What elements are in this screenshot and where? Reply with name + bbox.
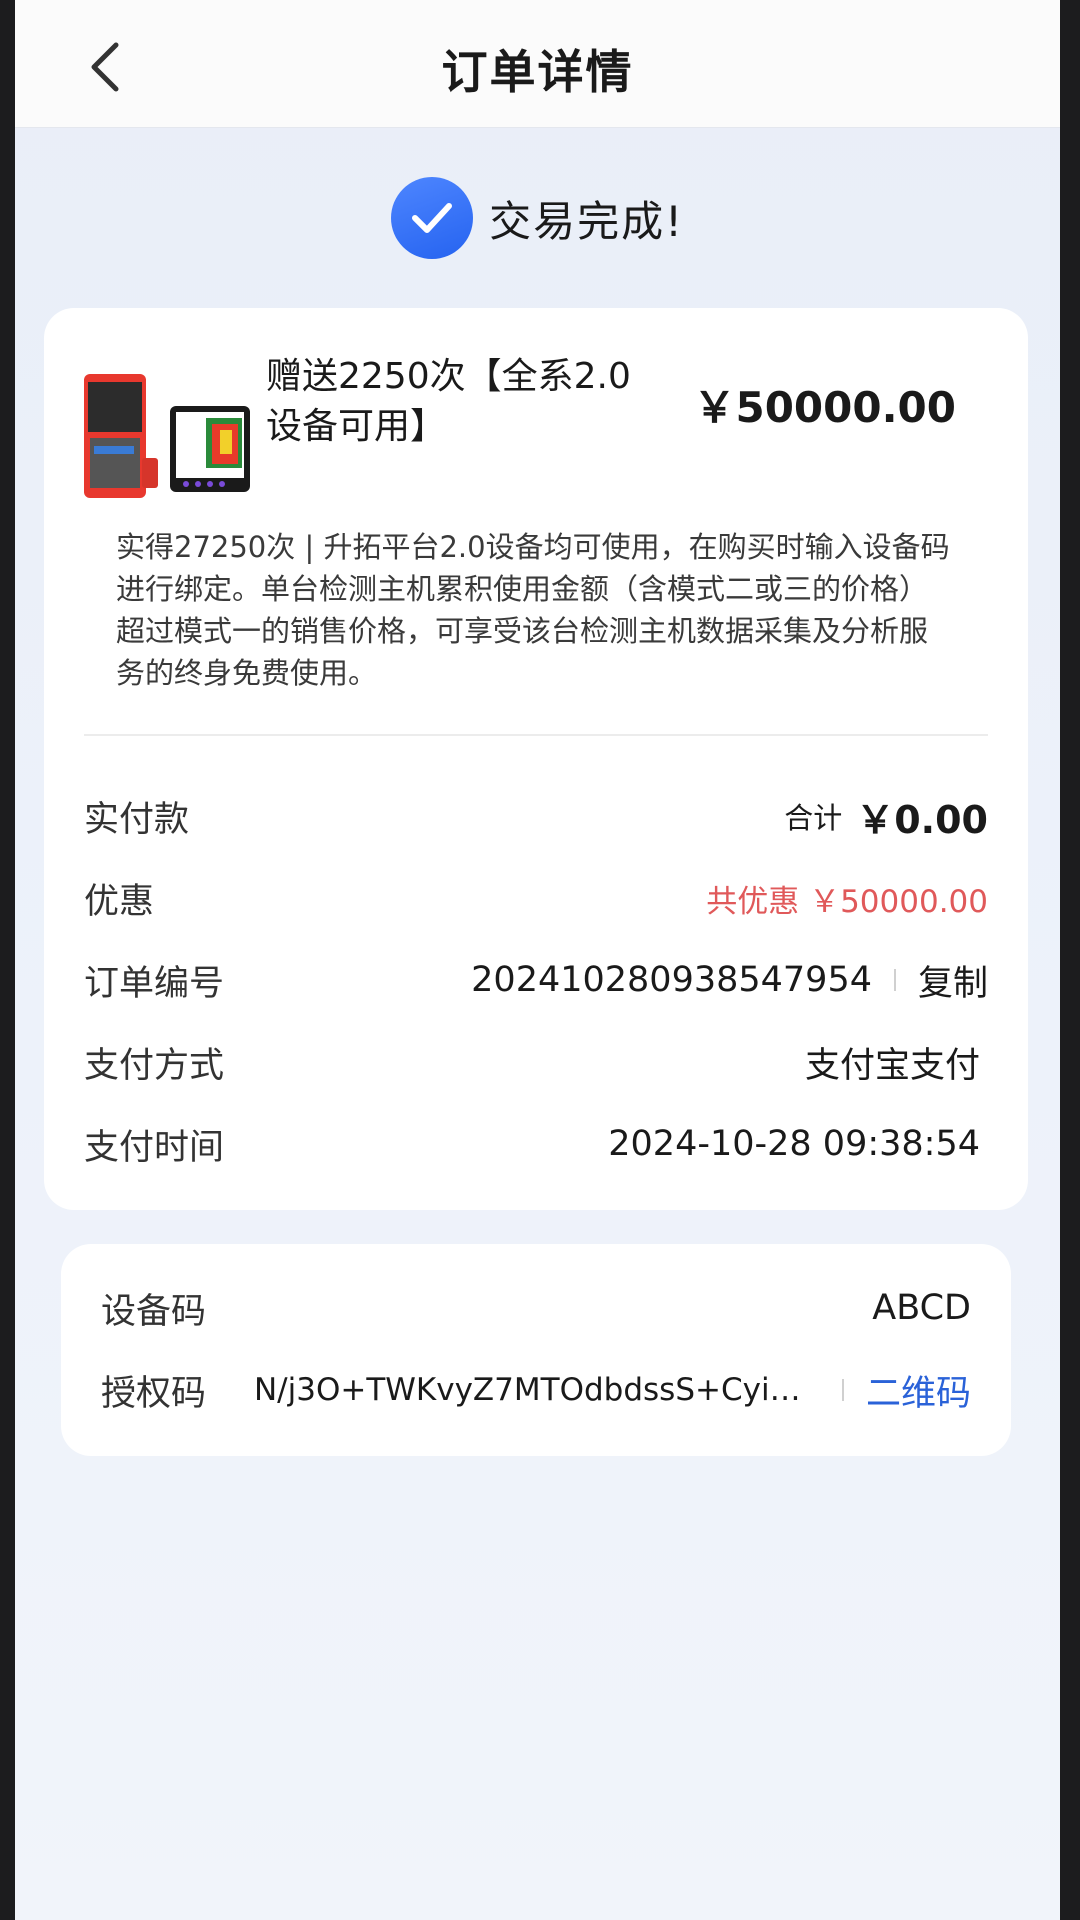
order-number-label: 订单编号 bbox=[84, 963, 225, 1004]
discount-row: 优惠 共优惠 ￥50000.00 bbox=[84, 868, 988, 928]
page-title: 订单详情 bbox=[441, 45, 634, 99]
check-icon bbox=[391, 177, 474, 259]
pay-time-label: 支付时间 bbox=[84, 1127, 225, 1168]
order-number-row: 订单编号 202410280938547954 复制 bbox=[84, 950, 988, 1010]
device-code-label: 设备码 bbox=[101, 1291, 207, 1332]
device-frame-right bbox=[1060, 0, 1080, 1920]
total-amount: ￥0.00 bbox=[856, 797, 988, 842]
discount-value: 共优惠 ￥50000.00 bbox=[706, 883, 988, 920]
product-price: ￥50000.00 bbox=[693, 383, 956, 432]
qr-code-link[interactable]: 二维码 bbox=[866, 1365, 971, 1416]
device-code-row: 设备码 ABCD bbox=[101, 1278, 971, 1338]
product-title[interactable]: 赠送2250次【全系2.0设备可用】 bbox=[266, 352, 666, 452]
discount-label: 优惠 bbox=[84, 881, 155, 922]
status-text: 交易完成! bbox=[489, 196, 684, 246]
order-number-value: 202410280938547954 复制 bbox=[471, 955, 988, 1006]
pay-method-value: 支付宝支付 bbox=[804, 1045, 980, 1086]
product-description: 实得27250次 | 升拓平台2.0设备均可使用，在购买时输入设备码进行绑定。单… bbox=[116, 530, 950, 690]
product-image[interactable] bbox=[82, 368, 252, 510]
screen: 订单详情 交易完成! 赠送2250次【全系2.0设备可用】 ￥50000.00 … bbox=[15, 0, 1060, 1920]
pay-time-value: 2024-10-28 09:38:54 bbox=[608, 1124, 980, 1164]
auth-code-label: 授权码 bbox=[101, 1373, 207, 1414]
total-prefix: 合计 bbox=[784, 801, 843, 835]
order-number: 202410280938547954 bbox=[471, 960, 872, 1000]
pay-time-row: 支付时间 2024-10-28 09:38:54 bbox=[84, 1114, 988, 1174]
device-code-value: ABCD bbox=[872, 1288, 971, 1328]
auth-code-value: N/j3O+TWKvyZ7MTOdbdssS+Cyig4... bbox=[253, 1372, 820, 1408]
auth-code-row: 授权码 N/j3O+TWKvyZ7MTOdbdssS+Cyig4... 二维码 bbox=[101, 1360, 971, 1420]
nav-bar: 订单详情 bbox=[15, 0, 1060, 128]
separator bbox=[893, 969, 896, 991]
device-card: 设备码 ABCD 授权码 N/j3O+TWKvyZ7MTOdbdssS+Cyig… bbox=[61, 1244, 1011, 1456]
paid-row: 实付款 合计 ￥0.00 bbox=[84, 786, 988, 846]
paid-value: 合计 ￥0.00 bbox=[784, 789, 988, 844]
divider bbox=[84, 734, 988, 736]
auth-code-value-group: N/j3O+TWKvyZ7MTOdbdssS+Cyig4... 二维码 bbox=[254, 1365, 971, 1416]
copy-button[interactable]: 复制 bbox=[918, 955, 988, 1006]
device-frame-left bbox=[0, 0, 15, 1920]
transaction-status: 交易完成! bbox=[15, 176, 1060, 260]
separator bbox=[841, 1379, 844, 1401]
order-card: 赠送2250次【全系2.0设备可用】 ￥50000.00 实得27250次 | … bbox=[44, 308, 1028, 1210]
pay-method-row: 支付方式 支付宝支付 bbox=[84, 1032, 988, 1092]
pay-method-label: 支付方式 bbox=[84, 1045, 225, 1086]
paid-label: 实付款 bbox=[84, 799, 190, 840]
